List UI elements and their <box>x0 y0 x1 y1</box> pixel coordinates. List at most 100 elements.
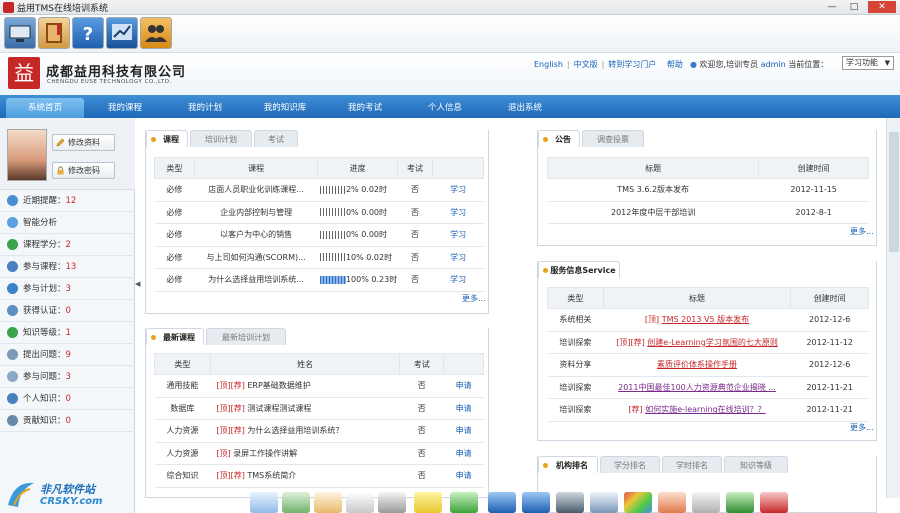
tab-training-plan[interactable]: 培训计划 <box>190 130 252 147</box>
sidebar-item[interactable]: 提出问题：9 <box>0 344 135 366</box>
tab-hours-rank[interactable]: 学时排名 <box>662 456 722 473</box>
tab-newest-course[interactable]: 最新课程 <box>146 328 204 345</box>
vertical-scrollbar[interactable] <box>886 118 900 498</box>
sidebar-item-label: 个人知识： <box>23 394 66 404</box>
notice-title-link[interactable]: TMS 3.6.2版本发布 <box>617 185 689 194</box>
course-table: 类型 课程 进度 考试 必修 店面人员职业化训练课程... 2% 0.02时否学习必… <box>154 157 484 292</box>
help-icon[interactable]: ? <box>72 17 104 49</box>
palette-icon[interactable] <box>624 492 652 513</box>
edit-profile-button[interactable]: 修改资料 <box>52 134 115 151</box>
edit-password-button[interactable]: 修改密码 <box>52 162 115 179</box>
study-link[interactable]: 学习 <box>450 253 466 262</box>
chart-icon[interactable] <box>106 17 138 49</box>
study-link[interactable]: 学习 <box>450 185 466 194</box>
pointer-icon[interactable] <box>250 492 278 513</box>
apply-link[interactable]: 申请 <box>456 426 472 435</box>
exit-icon[interactable] <box>760 492 788 513</box>
course-name-link[interactable]: ERP基础数据维护 <box>247 381 310 390</box>
tab-course[interactable]: 课程 <box>146 130 188 147</box>
course-name-link[interactable]: 测试课程测试课程 <box>247 404 311 413</box>
sidebar-collapse-handle[interactable]: ◀ <box>135 280 141 310</box>
clipboard-icon[interactable] <box>314 492 342 513</box>
sidebar-item[interactable]: 知识等级：1 <box>0 322 135 344</box>
close-button[interactable]: ✕ <box>868 1 896 13</box>
service-tag: [荐] <box>628 405 643 415</box>
nav-my-exams[interactable]: 我的考试 <box>326 98 404 118</box>
notes-icon[interactable] <box>414 492 442 513</box>
mail-icon[interactable] <box>692 492 720 513</box>
sidebar-item[interactable]: 参与计划：3 <box>0 278 135 300</box>
maximize-button[interactable]: □ <box>844 1 864 13</box>
calendar-icon[interactable] <box>590 492 618 513</box>
notice-title-link[interactable]: 2012年度中层干部培训 <box>611 208 695 217</box>
tab-notice[interactable]: 公告 <box>538 130 580 147</box>
service-title-link[interactable]: 素质评价体系操作手册 <box>657 360 737 369</box>
tab-newest-plan[interactable]: 最新培训计划 <box>206 328 286 345</box>
brush-icon[interactable] <box>378 492 406 513</box>
service-more-link[interactable]: 更多... <box>850 422 874 433</box>
help-icon[interactable] <box>488 492 516 513</box>
blocks-icon[interactable] <box>658 492 686 513</box>
key-icon[interactable] <box>726 492 754 513</box>
tab-credit-rank[interactable]: 学分排名 <box>600 456 660 473</box>
service-title-link[interactable]: 2011中国最佳100人力资源典范企业揭晓 ... <box>618 383 776 392</box>
apply-link[interactable]: 申请 <box>456 381 472 390</box>
sidebar-item[interactable]: 个人知识：0 <box>0 388 135 410</box>
nav-my-courses[interactable]: 我的课程 <box>86 98 164 118</box>
link-help[interactable]: 帮助 <box>667 60 683 69</box>
service-title-link[interactable]: 如何实施e-learning在线培训？？ <box>645 405 765 414</box>
service-title-link[interactable]: TMS 2013 V5 版本发布 <box>662 315 749 324</box>
study-link[interactable]: 学习 <box>450 208 466 217</box>
tab-knowledge-level[interactable]: 知识等级 <box>724 456 788 473</box>
notice-more-link[interactable]: 更多... <box>850 226 874 237</box>
tab-org-rank[interactable]: 机构排名 <box>538 456 598 473</box>
sidebar-item[interactable]: 近期提醒：12 <box>0 190 135 212</box>
link-chinese[interactable]: 中文版 <box>574 60 598 69</box>
col-action <box>443 353 484 375</box>
scrollbar-thumb[interactable] <box>889 132 899 252</box>
tab-exam[interactable]: 考试 <box>254 130 298 147</box>
service-title-link[interactable]: 创建e-Learning学习氛围的七大原则 <box>647 338 778 347</box>
sidebar-item[interactable]: 课程学分：2 <box>0 234 135 256</box>
cell-course: 店面人员职业化训练课程... <box>194 178 318 202</box>
tab-service-info[interactable]: 服务信息Service <box>538 261 620 278</box>
course-name-link[interactable]: 录屏工作操作讲解 <box>233 449 297 458</box>
sidebar-item[interactable]: 参与课程：13 <box>0 256 135 278</box>
puzzle-icon[interactable] <box>282 492 310 513</box>
course-name-link[interactable]: TMS系统简介 <box>247 471 296 480</box>
course-name-link[interactable]: 为什么选择益用培训系统？ <box>247 426 343 435</box>
sidebar-item-count: 3 <box>65 284 71 294</box>
sidebar-item[interactable]: 参与问题：3 <box>0 366 135 388</box>
cell-title: [顶][荐] 创建e-Learning学习氛围的七大原则 <box>603 331 791 354</box>
sidebar-item-label: 课程学分： <box>23 240 66 250</box>
book-icon[interactable] <box>38 17 70 49</box>
nav-my-knowledge[interactable]: 我的知识库 <box>246 98 324 118</box>
info-icon[interactable] <box>522 492 550 513</box>
pen-icon[interactable] <box>346 492 374 513</box>
users-icon[interactable] <box>140 17 172 49</box>
nav-personal-info[interactable]: 个人信息 <box>406 98 484 118</box>
link-portal[interactable]: 转到学习门户 <box>608 60 656 69</box>
nav-my-plans[interactable]: 我的计划 <box>166 98 244 118</box>
company-name: 成都益用科技有限公司 <box>46 65 187 80</box>
tab-survey[interactable]: 调查投票 <box>582 130 644 147</box>
link-english[interactable]: English <box>534 60 563 69</box>
apply-link[interactable]: 申请 <box>456 471 472 480</box>
nav-home[interactable]: 系统首页 <box>6 98 84 118</box>
apply-link[interactable]: 申请 <box>456 449 472 458</box>
sidebar-item[interactable]: 智能分析 <box>0 212 135 234</box>
sidebar-item[interactable]: 贡献知识：0 <box>0 410 135 432</box>
minimize-button[interactable]: — <box>822 1 842 13</box>
study-link[interactable]: 学习 <box>450 230 466 239</box>
sidebar-item[interactable]: 获得认证：0 <box>0 300 135 322</box>
apply-link[interactable]: 申请 <box>456 404 472 413</box>
cell-progress: 0% 0.00时 <box>317 201 398 224</box>
study-link[interactable]: 学习 <box>450 275 466 284</box>
function-select[interactable]: 学习功能 ▼ <box>842 56 894 70</box>
course-more-link[interactable]: 更多... <box>462 293 486 304</box>
gem-icon[interactable] <box>450 492 478 513</box>
table-row: TMS 3.6.2版本发布 2012-11-15 <box>547 178 869 202</box>
nav-logout[interactable]: 退出系统 <box>486 98 564 118</box>
person-icon[interactable] <box>556 492 584 513</box>
computer-icon[interactable] <box>4 17 36 49</box>
